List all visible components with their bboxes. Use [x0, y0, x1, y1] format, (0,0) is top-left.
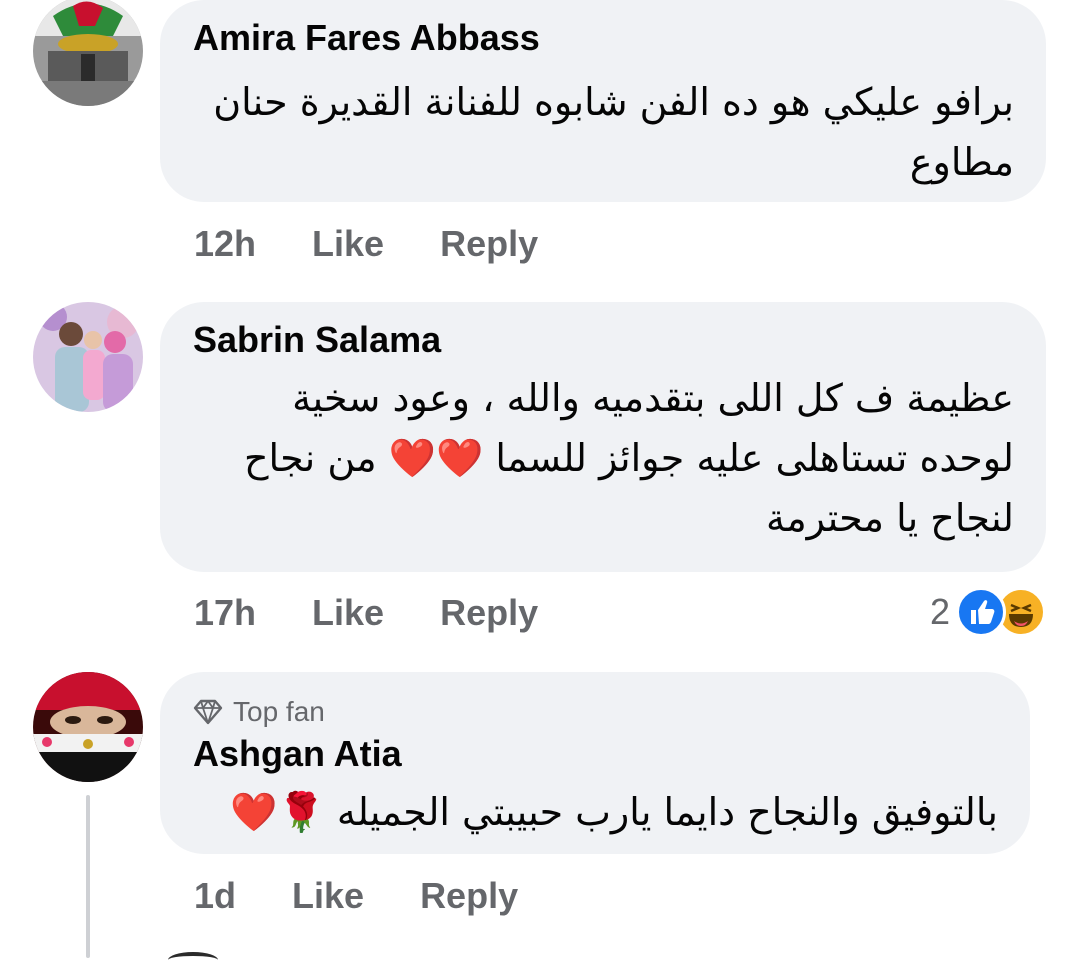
like-icon [956, 587, 1006, 637]
reply-button[interactable]: Reply [420, 875, 518, 917]
like-button[interactable]: Like [312, 223, 384, 265]
reply-button[interactable]: Reply [440, 592, 538, 634]
top-fan-label: Top fan [233, 696, 325, 727]
comment-actions: 1d Like Reply [194, 874, 518, 918]
comment-time[interactable]: 17h [194, 592, 256, 634]
comment-actions: 12h Like Reply [194, 222, 538, 266]
thread-line [86, 795, 90, 958]
reaction-summary[interactable]: 2 [930, 587, 1046, 637]
comment-time[interactable]: 12h [194, 223, 256, 265]
avatar[interactable] [33, 672, 143, 782]
avatar-image [33, 672, 143, 782]
comment-actions: 17h Like Reply [194, 591, 538, 635]
comment-bubble: Sabrin Salama عظيمة ف كل اللى بتقدميه وا… [160, 302, 1046, 572]
like-button[interactable]: Like [312, 592, 384, 634]
comment-author[interactable]: Ashgan Atia [193, 732, 998, 776]
comment-bubble: Amira Fares Abbass برافو عليكي هو ده الف… [160, 0, 1046, 202]
avatar[interactable] [33, 302, 143, 412]
comment-text: برافو عليكي هو ده الفن شابوه للفنانة الق… [213, 80, 1014, 184]
comment-author[interactable]: Sabrin Salama [193, 318, 1014, 362]
avatar[interactable] [33, 0, 143, 106]
comment-text: بالتوفيق والنجاح دايما يارب حبيبتي الجمي… [230, 790, 998, 834]
reply-button[interactable]: Reply [440, 223, 538, 265]
avatar-image [33, 0, 143, 106]
comment-text: عظيمة ف كل اللى بتقدميه والله ، وعود سخي… [244, 376, 1014, 540]
next-avatar-edge [168, 952, 218, 968]
reaction-count: 2 [929, 591, 950, 632]
avatar-image [33, 302, 143, 412]
comment-bubble: Top fan Ashgan Atia بالتوفيق والنجاح داي… [160, 672, 1030, 854]
like-button[interactable]: Like [292, 875, 364, 917]
top-fan-badge: Top fan [193, 694, 998, 730]
comment-author[interactable]: Amira Fares Abbass [193, 16, 1014, 60]
diamond-icon [193, 699, 223, 725]
comment-time[interactable]: 1d [194, 875, 236, 917]
